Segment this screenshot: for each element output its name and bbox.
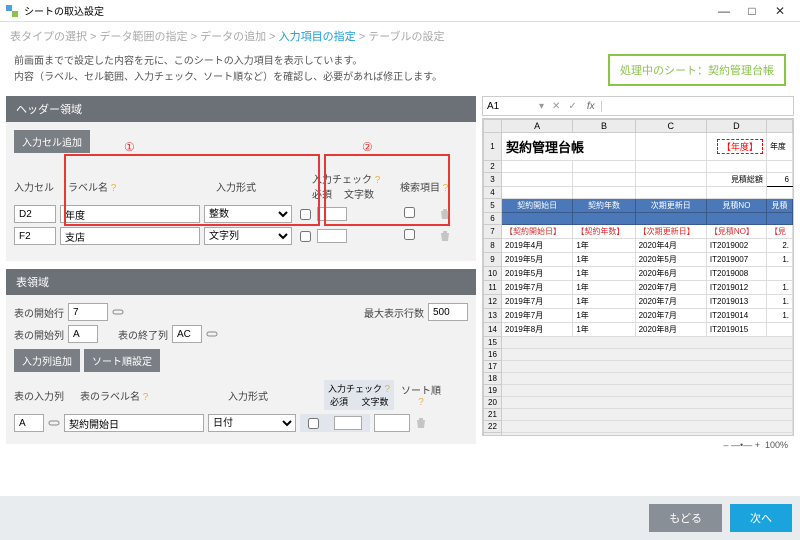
- trash-icon[interactable]: [438, 229, 452, 243]
- intro-row: 前画面までで設定した内容を元に、このシートの入力項目を表示しています。 内容（ラ…: [0, 50, 800, 96]
- table-area-body: 表の開始行 最大表示行数 表の開始列 表の終了列 入力列追加 ソート順設定 表の…: [6, 295, 476, 444]
- start-row-input[interactable]: [68, 303, 108, 321]
- link-icon[interactable]: [112, 306, 124, 318]
- label-input[interactable]: [60, 227, 200, 245]
- dropdown-icon[interactable]: ▾: [535, 101, 548, 112]
- sort-settings-button[interactable]: ソート順設定: [84, 349, 160, 372]
- next-button[interactable]: 次へ: [730, 504, 792, 532]
- step1[interactable]: 表タイプの選択: [10, 31, 87, 43]
- formula-input[interactable]: [602, 97, 793, 115]
- link-icon[interactable]: [206, 328, 218, 340]
- app-logo-icon: [6, 5, 18, 17]
- cell-reference[interactable]: [483, 101, 535, 112]
- step3[interactable]: データの追加: [200, 31, 266, 43]
- back-button[interactable]: もどる: [649, 504, 722, 532]
- add-input-col-button[interactable]: 入力列追加: [14, 349, 80, 372]
- search-checkbox[interactable]: [404, 229, 415, 240]
- step5[interactable]: テーブルの設定: [368, 31, 444, 43]
- help-icon[interactable]: ?: [418, 397, 424, 408]
- step4-current: 入力項目の指定: [279, 31, 356, 43]
- table-label-input[interactable]: [64, 414, 204, 432]
- year-badge: 【年度】: [717, 139, 763, 154]
- footer: もどる 次へ: [0, 496, 800, 540]
- trash-icon[interactable]: [438, 207, 452, 221]
- annotation-2-box: [324, 154, 450, 226]
- table-area-title: 表領域: [6, 269, 476, 295]
- chars-input[interactable]: [334, 416, 362, 430]
- window-title: シートの取込設定: [24, 3, 710, 18]
- table-format-select[interactable]: 日付: [208, 414, 296, 432]
- intro-text: 前画面までで設定した内容を元に、このシートの入力項目を表示しています。 内容（ラ…: [14, 54, 608, 86]
- zoom-control[interactable]: – —•— + 100%: [482, 436, 794, 454]
- help-icon[interactable]: ?: [143, 392, 149, 403]
- annotation-2-label: ②: [362, 140, 373, 154]
- sort-input[interactable]: [374, 414, 410, 432]
- help-icon[interactable]: ?: [384, 384, 390, 395]
- cell-input[interactable]: [14, 227, 56, 245]
- fx-icon[interactable]: fx: [581, 101, 602, 112]
- header-area-title: ヘッダー領域: [6, 96, 476, 122]
- max-rows-input[interactable]: [428, 303, 468, 321]
- add-input-cell-button[interactable]: 入力セル追加: [14, 130, 90, 153]
- trash-icon[interactable]: [414, 416, 428, 430]
- end-col-input[interactable]: [172, 325, 202, 343]
- annotation-1-box: [64, 154, 320, 226]
- close-button[interactable]: ✕: [766, 4, 794, 18]
- link-icon[interactable]: [48, 417, 60, 429]
- annotation-1-label: ①: [124, 140, 135, 154]
- header-area-body: 入力セル追加 ① ② 入力セル ラベル名 ? 入力形式 入力チェック ? 必須 …: [6, 122, 476, 261]
- step2[interactable]: データ範囲の指定: [100, 31, 188, 43]
- start-col-input[interactable]: [68, 325, 98, 343]
- minimize-button[interactable]: —: [710, 4, 738, 18]
- cell-input[interactable]: [14, 205, 56, 223]
- spreadsheet-preview[interactable]: ABCD 1契約管理台帳【年度】年度 2 3見積総額6 4 5契約開始日契約年数…: [482, 118, 794, 436]
- maximize-button[interactable]: □: [738, 4, 766, 18]
- formula-bar: ▾ ✕ ✓ fx: [482, 96, 794, 116]
- titlebar: シートの取込設定 — □ ✕: [0, 0, 800, 22]
- processing-sheet-badge: 処理中のシート：契約管理台帳: [608, 54, 786, 86]
- col-cell: 入力セル: [14, 179, 64, 194]
- table-col-input[interactable]: [14, 414, 44, 432]
- chars-input[interactable]: [317, 229, 347, 243]
- breadcrumb: 表タイプの選択 > データ範囲の指定 > データの追加 > 入力項目の指定 > …: [0, 22, 800, 50]
- required-checkbox[interactable]: [308, 418, 319, 429]
- required-checkbox[interactable]: [300, 231, 311, 242]
- format-select[interactable]: 文字列: [204, 227, 292, 245]
